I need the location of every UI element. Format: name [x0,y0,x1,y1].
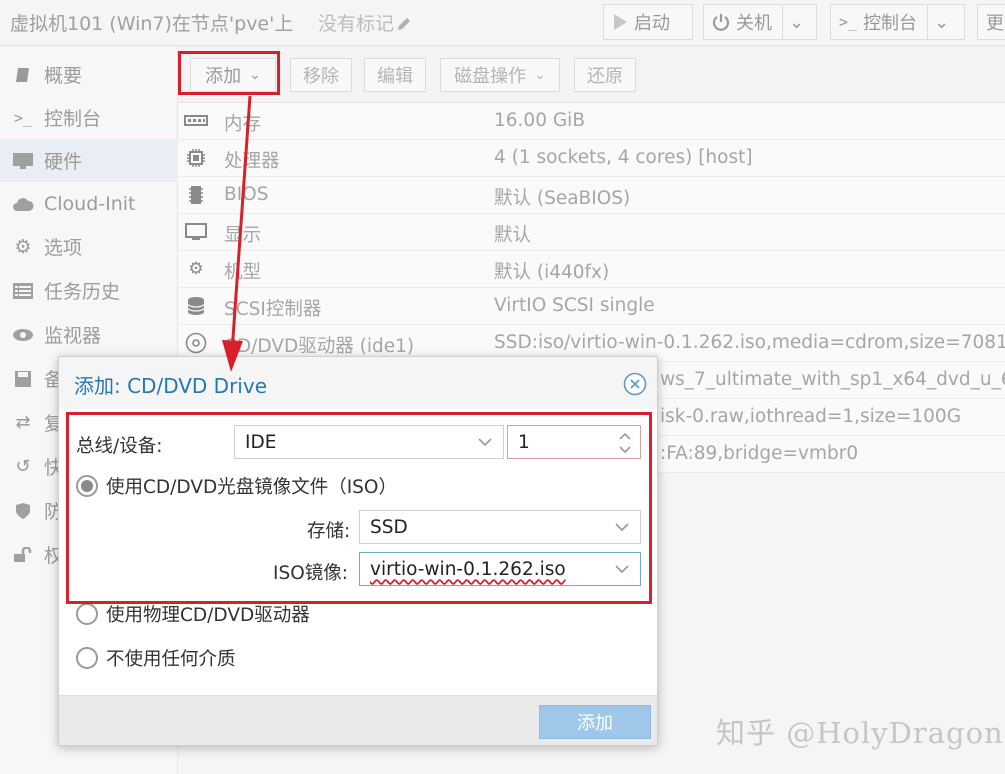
tags-label: 没有标记 [318,13,395,35]
history-icon: ↺ [15,456,31,477]
cogs-icon: ⚙ [188,259,204,279]
more-label: 更 [986,13,1004,34]
hardware-name: CD/DVD驱动器 (ide1) [224,336,415,357]
sidebar-item-label: Cloud-Init [44,192,136,215]
cloud-icon [10,193,36,215]
watermark: 知乎 @HolyDragon [716,716,1004,750]
hardware-toolbar: 添加 ⌄ 移除 编辑 磁盘操作 ⌄ 还原 [178,47,1005,103]
sidebar-item-console[interactable]: >_ 控制台 [0,96,178,139]
book-icon [10,64,36,86]
sidebar-item-monitor[interactable]: 监视器 [0,313,178,356]
dialog-footer: 添加 [59,695,657,745]
hardware-value: 默认 (SeaBIOS) [494,188,631,209]
sidebar-item-cloud-init[interactable]: Cloud-Init [0,182,178,225]
memory-icon [184,111,208,131]
chevron-down-icon: ⌄ [534,67,546,83]
table-row[interactable]: SCSI控制器 VirtIO SCSI single [178,288,1005,325]
hardware-value: SSD:iso/virtio-win-0.1.262.iso,media=cdr… [494,332,1005,353]
dialog-header: 添加: CD/DVD Drive [59,357,657,409]
tags-edit[interactable]: 没有标记 [318,9,412,36]
eye-icon [10,324,36,346]
cdrom-icon [184,332,208,354]
hardware-value: VirtIO SCSI single [494,295,655,316]
terminal-icon: >_ [13,108,33,127]
shutdown-button[interactable]: 关机 ⌄ [703,4,817,40]
annotation-highlight-form [66,412,652,604]
hardware-value: 16.00 GiB [494,110,586,131]
radio-unchecked-icon [76,647,98,669]
disk-action-label: 磁盘操作 [454,66,527,87]
revert-label: 还原 [587,66,623,87]
hardware-value: isk-0.raw,iothread=1,size=100G [660,406,962,427]
console-label: 控制台 [863,13,918,34]
dialog-add-label: 添加 [577,713,613,734]
hardware-name: 机型 [224,262,262,283]
hardware-name: SCSI控制器 [224,299,322,320]
dialog-add-button[interactable]: 添加 [539,705,651,739]
top-bar: 虚拟机101 (Win7)在节点'pve'上 没有标记 启动 关机 ⌄ >_ 控… [0,0,1005,46]
edit-button[interactable]: 编辑 [364,58,426,92]
unlock-icon [10,544,36,566]
remove-button[interactable]: 移除 [290,58,352,92]
hardware-name: BIOS [224,184,269,205]
hardware-name: 内存 [224,114,262,135]
play-icon [614,14,627,30]
start-button[interactable]: 启动 [603,4,693,40]
sidebar-item-options[interactable]: ⚙ 选项 [0,225,178,268]
close-icon[interactable] [623,372,647,396]
console-button[interactable]: >_ 控制台 ⌄ [830,4,965,40]
hardware-value: 4 (1 sockets, 4 cores) [host] [494,147,753,168]
shutdown-label: 关机 [736,13,772,34]
hardware-name: 显示 [224,225,262,246]
retweet-icon: ⇄ [15,412,31,433]
remove-label: 移除 [303,66,339,87]
cpu-icon [184,148,208,168]
hardware-value: 默认 [494,225,532,246]
monitor-icon [10,150,36,172]
sidebar-item-summary[interactable]: 概要 [0,53,178,96]
save-icon [10,368,36,390]
more-button[interactable]: 更 [977,4,1005,40]
sidebar-item-label: 概要 [44,65,83,87]
sidebar-item-hardware[interactable]: 硬件 [0,139,178,182]
chevron-down-icon[interactable]: ⌄ [782,5,804,39]
hardware-name: 处理器 [224,151,280,172]
terminal-icon: >_ [839,13,858,31]
vm-title: 虚拟机101 (Win7)在节点'pve'上 [10,13,294,35]
table-row[interactable]: 内存 16.00 GiB [178,103,1005,140]
list-icon [10,280,36,302]
gear-icon: ⚙ [14,235,32,258]
start-label: 启动 [634,13,670,34]
sidebar-item-label: 控制台 [44,108,102,130]
table-row[interactable]: 处理器 4 (1 sockets, 4 cores) [host] [178,140,1005,177]
table-row[interactable]: 显示 默认 [178,214,1005,251]
sidebar-item-label: 选项 [44,237,83,259]
option-none-label: 不使用任何介质 [106,649,236,670]
hardware-value: ws_7_ultimate_with_sp1_x64_dvd_u_67 [660,369,1005,390]
sidebar-item-label: 硬件 [44,151,83,173]
sidebar-item-label: 监视器 [44,325,102,347]
radio-unchecked-icon [76,603,98,625]
revert-button[interactable]: 还原 [574,58,636,92]
table-row[interactable]: ⚙ 机型 默认 (i440fx) [178,251,1005,288]
pencil-icon [398,18,411,30]
microchip-icon [184,185,208,205]
dialog-title: 添加: CD/DVD Drive [74,374,268,398]
option-physical-label: 使用物理CD/DVD驱动器 [106,605,310,626]
disk-action-button[interactable]: 磁盘操作 ⌄ [440,58,560,92]
sidebar-item-label: 任务历史 [44,281,121,303]
shield-icon [10,500,36,522]
sidebar-item-task-history[interactable]: 任务历史 [0,269,178,312]
chevron-down-icon[interactable]: ⌄ [927,5,949,39]
annotation-highlight-add [178,51,280,95]
database-icon [184,296,208,316]
power-icon [712,14,730,31]
table-row[interactable]: BIOS 默认 (SeaBIOS) [178,177,1005,214]
option-physical-radio[interactable]: 使用物理CD/DVD驱动器 [76,601,310,627]
option-none-radio[interactable]: 不使用任何介质 [76,645,236,671]
desktop-icon [184,222,208,242]
edit-label: 编辑 [377,66,413,87]
hardware-value: :FA:89,bridge=vmbr0 [660,443,859,464]
hardware-value: 默认 (i440fx) [494,262,610,283]
